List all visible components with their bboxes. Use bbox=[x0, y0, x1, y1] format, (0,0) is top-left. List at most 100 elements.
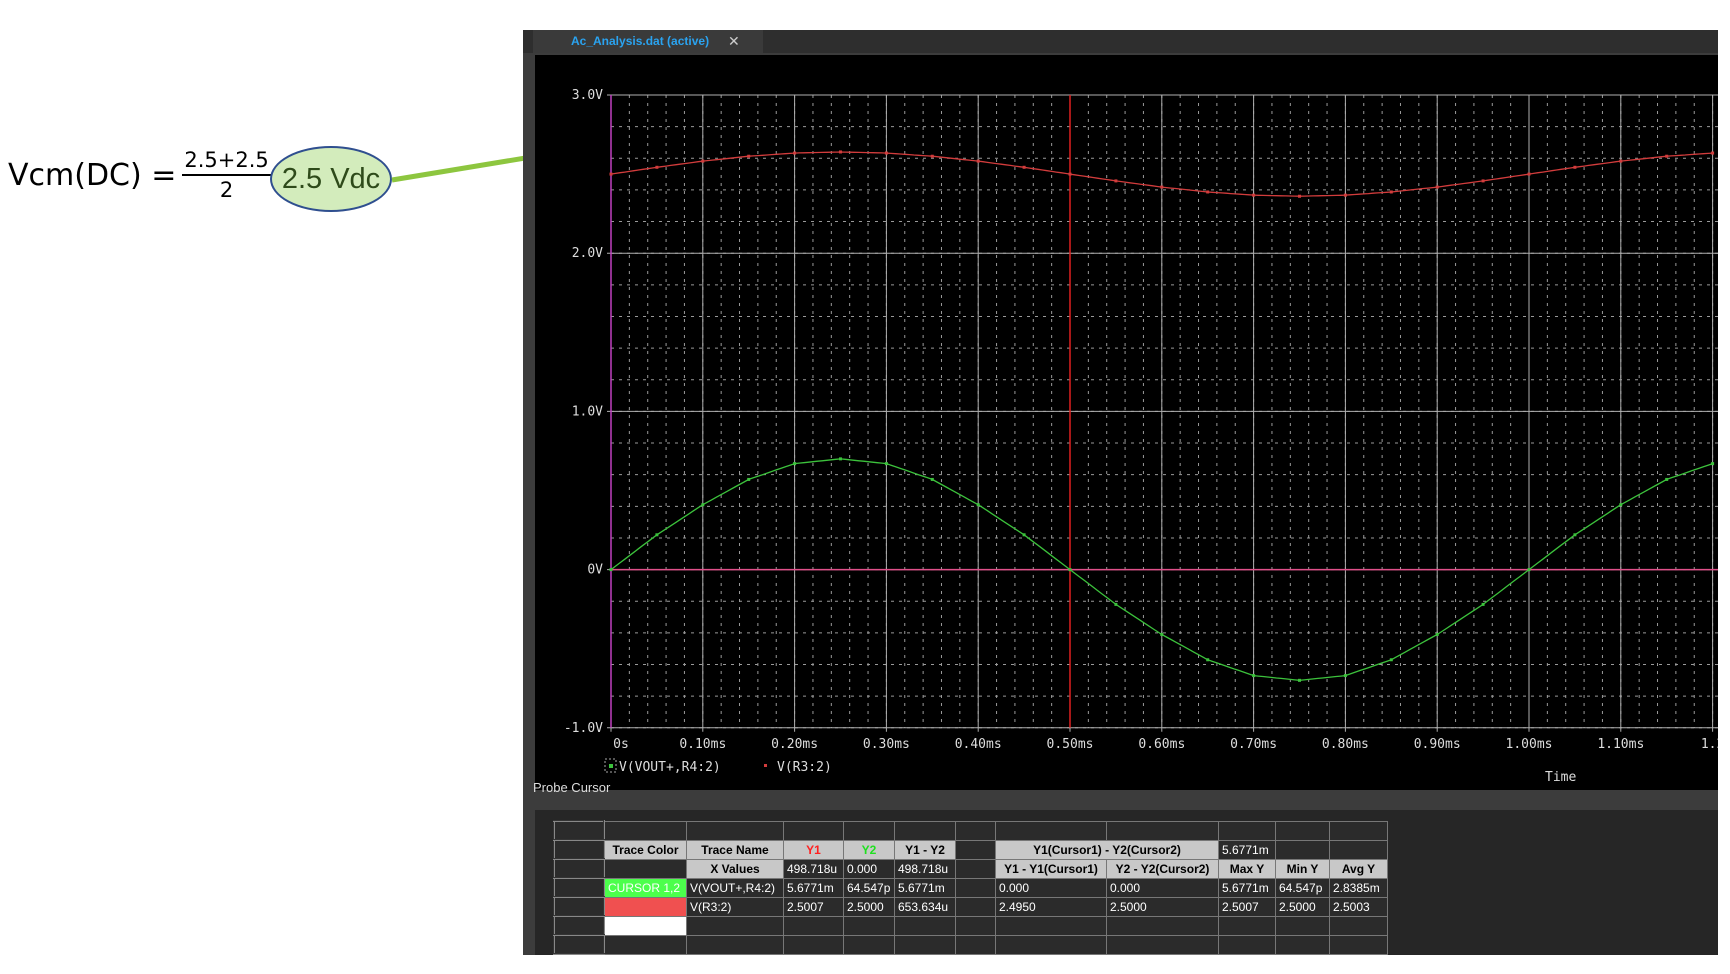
data-point bbox=[1435, 632, 1439, 636]
table-row: Trace Color Trace Name Y1 Y2 Y1 - Y2 Y1(… bbox=[553, 839, 1388, 860]
data-point bbox=[1481, 179, 1485, 183]
cell bbox=[1275, 934, 1330, 955]
cell bbox=[1275, 915, 1330, 936]
x-axis-label: Time bbox=[1545, 770, 1576, 785]
y-tick-label: 3.0V bbox=[572, 88, 603, 103]
x-tick-label: 1.00ms bbox=[1506, 737, 1553, 752]
header-x-values: X Values bbox=[686, 858, 784, 879]
data-point bbox=[839, 457, 842, 461]
row-header[interactable] bbox=[553, 877, 605, 898]
table-row bbox=[553, 915, 1388, 936]
legend-marker-r3 bbox=[764, 764, 767, 767]
legend-marker-vout bbox=[609, 764, 613, 768]
data-point bbox=[1619, 503, 1623, 507]
header-y1: Y1 bbox=[783, 839, 844, 860]
result-text: 2.5 Vdc bbox=[281, 162, 381, 195]
header-trace-color: Trace Color bbox=[603, 839, 687, 860]
cell bbox=[955, 934, 996, 955]
cell bbox=[843, 915, 895, 936]
cell bbox=[955, 915, 996, 936]
y1-value: 5.6771m bbox=[783, 877, 844, 898]
cell bbox=[995, 820, 1107, 841]
y-tick-label: 0V bbox=[587, 563, 603, 578]
cell bbox=[1329, 839, 1388, 860]
trace-color-swatch[interactable]: CURSOR 1,2 bbox=[603, 877, 687, 898]
avg-y: 2.8385m bbox=[1329, 877, 1388, 898]
table-row bbox=[553, 820, 1388, 841]
header-cursor-diff: Y1(Cursor1) - Y2(Cursor2) bbox=[995, 839, 1219, 860]
x-tick-label: 1.2 bbox=[1701, 737, 1718, 752]
cell bbox=[1218, 915, 1276, 936]
data-point bbox=[1665, 477, 1669, 481]
waveform-plot[interactable]: 3.0V 2.0V 1.0V 0V -1.0V 0s 0.10ms 0.20ms 0.30ms 0… bbox=[535, 55, 1718, 790]
cell bbox=[955, 820, 996, 841]
result-ellipse: 2.5 Vdc bbox=[270, 146, 392, 212]
x-value-diff: 498.718u bbox=[894, 858, 956, 879]
data-point bbox=[1619, 159, 1623, 163]
x-tick-label: 0.20ms bbox=[771, 737, 818, 752]
data-point bbox=[793, 462, 797, 466]
data-point bbox=[884, 462, 888, 466]
data-point bbox=[930, 154, 934, 158]
header-y2-diff: Y2 - Y2(Cursor2) bbox=[1106, 858, 1219, 879]
cell bbox=[783, 934, 844, 955]
x-tick-label: 0.60ms bbox=[1138, 737, 1185, 752]
row-header[interactable] bbox=[553, 820, 605, 841]
cell bbox=[894, 934, 956, 955]
cell bbox=[1106, 915, 1219, 936]
x-tick-label: 0.90ms bbox=[1414, 737, 1461, 752]
row-header[interactable] bbox=[553, 896, 605, 917]
row-header[interactable] bbox=[553, 858, 605, 879]
trace-color-swatch[interactable] bbox=[603, 915, 687, 936]
probe-window: Ac_Analysis.dat (active) ✕ 3.0V 2.0V 1.0V 0… bbox=[523, 30, 1718, 955]
x-tick-label: 0.30ms bbox=[863, 737, 910, 752]
close-icon[interactable]: ✕ bbox=[728, 30, 740, 53]
cell bbox=[843, 934, 895, 955]
legend-label-vout: V(VOUT+,R4:2) bbox=[619, 760, 721, 775]
header-y1-diff: Y1 - Y1(Cursor1) bbox=[995, 858, 1107, 879]
row-header[interactable] bbox=[553, 934, 605, 955]
table-row[interactable]: CURSOR 1,2 V(VOUT+,R4:2) 5.6771m 64.547p… bbox=[553, 877, 1388, 898]
data-point bbox=[1206, 190, 1210, 194]
row-header[interactable] bbox=[553, 839, 605, 860]
data-point bbox=[1160, 185, 1164, 189]
cell bbox=[1218, 820, 1276, 841]
fraction-numerator: 2.5+2.5 bbox=[182, 148, 271, 176]
data-point bbox=[747, 477, 751, 481]
trace-color-swatch[interactable] bbox=[603, 896, 687, 917]
data-point bbox=[1665, 154, 1669, 158]
header-trace-name: Trace Name bbox=[686, 839, 784, 860]
plot-panel[interactable]: 3.0V 2.0V 1.0V 0V -1.0V 0s 0.10ms 0.20ms 0.30ms 0… bbox=[535, 55, 1718, 790]
data-point bbox=[1114, 179, 1118, 183]
x-tick-label: 0.50ms bbox=[1047, 737, 1094, 752]
data-point bbox=[1252, 193, 1256, 197]
data-point bbox=[1481, 602, 1485, 606]
data-point bbox=[793, 151, 797, 155]
header-avg-y: Avg Y bbox=[1329, 858, 1388, 879]
y-tick-label: 1.0V bbox=[572, 404, 603, 419]
table-row: X Values 498.718u 0.000 498.718u Y1 - Y1… bbox=[553, 858, 1388, 879]
equation: Vcm(DC) = 2.5+2.5 2 = bbox=[8, 148, 302, 202]
x-tick-label: 0.10ms bbox=[679, 737, 726, 752]
probe-cursor-table: Trace Color Trace Name Y1 Y2 Y1 - Y2 Y1(… bbox=[553, 820, 1388, 955]
x-tick-label: 0.80ms bbox=[1322, 737, 1369, 752]
cell bbox=[955, 858, 996, 879]
cell bbox=[1106, 820, 1219, 841]
max-y: 2.5007 bbox=[1218, 896, 1276, 917]
row-header[interactable] bbox=[553, 915, 605, 936]
fraction-denominator: 2 bbox=[219, 178, 234, 202]
fraction: 2.5+2.5 2 bbox=[182, 148, 271, 202]
data-point bbox=[884, 151, 888, 155]
cell bbox=[603, 934, 687, 955]
probe-cursor-title: Probe Cursor bbox=[533, 780, 611, 795]
data-point bbox=[839, 150, 842, 154]
min-y: 64.547p bbox=[1275, 877, 1330, 898]
cell bbox=[783, 820, 844, 841]
cell bbox=[955, 877, 996, 898]
cursor-diff-value: 5.6771m bbox=[1218, 839, 1276, 860]
table-row[interactable]: V(R3:2) 2.5007 2.5000 653.634u 2.4950 2.… bbox=[553, 896, 1388, 917]
y1-cursor-diff: 2.4950 bbox=[995, 896, 1107, 917]
probe-cursor-panel: Trace Color Trace Name Y1 Y2 Y1 - Y2 Y1(… bbox=[535, 810, 1718, 955]
diff-value: 5.6771m bbox=[894, 877, 956, 898]
header-min-y: Min Y bbox=[1275, 858, 1330, 879]
